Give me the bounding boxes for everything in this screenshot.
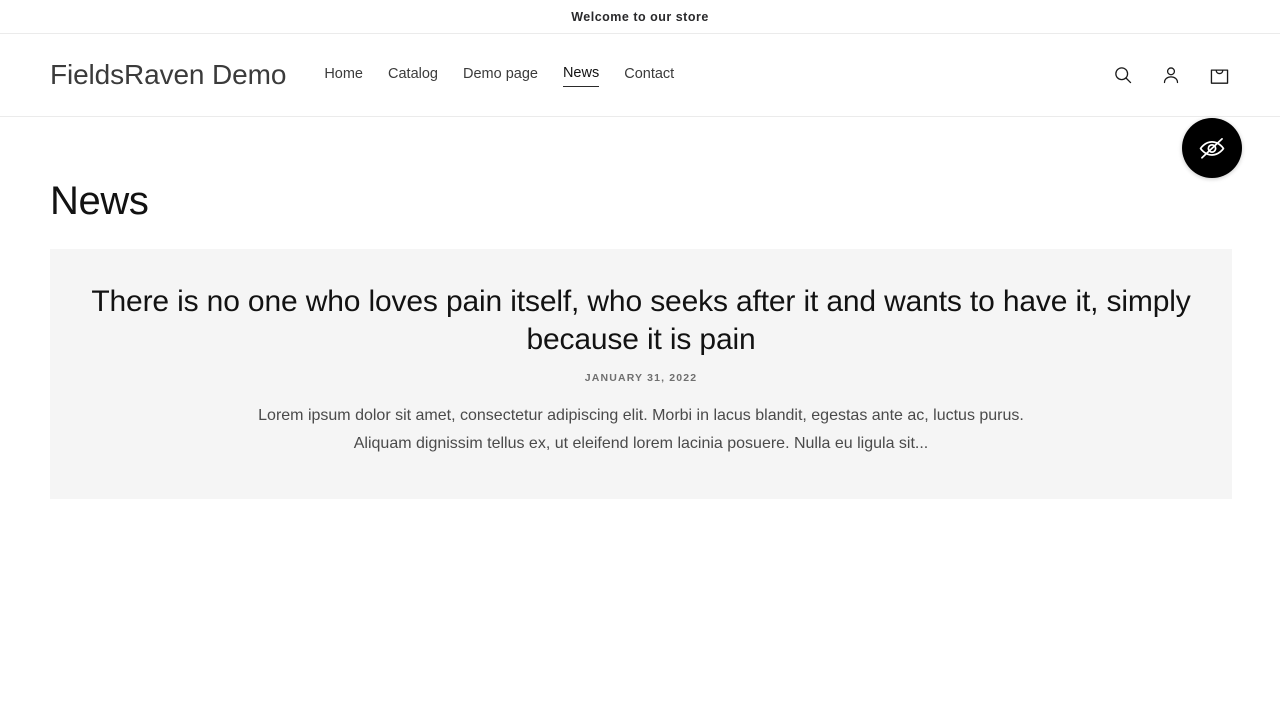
announcement-text: Welcome to our store [571,9,709,24]
main-navigation: Home Catalog Demo page News Contact [324,63,674,87]
site-logo[interactable]: FieldsRaven Demo [50,59,286,91]
article-excerpt: Lorem ipsum dolor sit amet, consectetur … [246,402,1036,459]
article-card[interactable]: There is no one who loves pain itself, w… [50,249,1232,499]
nav-link-catalog[interactable]: Catalog [388,64,438,86]
eye-off-icon [1198,134,1226,162]
page-main: News There is no one who loves pain itse… [0,179,1280,499]
announcement-bar: Welcome to our store [0,0,1280,34]
cart-icon[interactable] [1206,62,1232,88]
nav-link-demo-page[interactable]: Demo page [463,64,538,86]
accessibility-widget-button[interactable] [1182,118,1242,178]
nav-link-contact[interactable]: Contact [624,64,674,86]
page-title: News [50,179,149,223]
account-icon[interactable] [1158,62,1184,88]
article-excerpt-line-1: Lorem ipsum dolor sit amet, consectetur … [258,406,1024,424]
article-title-link[interactable]: There is no one who loves pain itself, w… [74,283,1208,360]
nav-link-home[interactable]: Home [324,64,363,86]
article-excerpt-line-2: Aliquam dignissim tellus ex, ut eleifend… [353,435,929,453]
article-date: JANUARY 31, 2022 [584,371,698,384]
site-header: FieldsRaven Demo Home Catalog Demo page … [0,34,1280,178]
nav-link-news[interactable]: News [562,63,600,87]
search-icon[interactable] [1110,62,1136,88]
header-actions [1110,62,1232,88]
